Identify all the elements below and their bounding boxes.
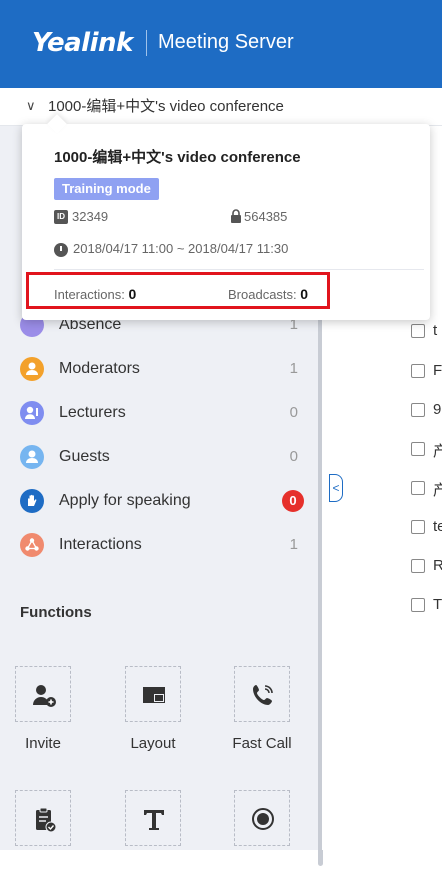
product-name: Meeting Server [158, 31, 294, 53]
list-item-text: T [433, 596, 442, 613]
highlight-box [26, 272, 330, 309]
moderator-icon [20, 357, 44, 381]
category-count: 0 [289, 404, 298, 421]
category-moderators[interactable]: Moderators 1 [20, 357, 310, 381]
list-item-text: t [433, 322, 438, 339]
row-checkbox[interactable] [411, 364, 425, 378]
row-checkbox[interactable] [411, 403, 425, 417]
row-checkbox[interactable] [411, 520, 425, 534]
layout-tile[interactable] [125, 666, 181, 722]
mode-badge: Training mode [54, 178, 159, 200]
category-label: Lecturers [59, 404, 126, 421]
fast-call-button[interactable]: Fast Call [222, 666, 302, 766]
raised-hand-icon [20, 489, 44, 513]
list-item-text: F [433, 362, 442, 379]
row-checkbox[interactable] [411, 442, 425, 456]
category-guests[interactable]: Guests 0 [20, 445, 310, 469]
row-checkbox[interactable] [411, 598, 425, 612]
row-checkbox[interactable] [411, 481, 425, 495]
category-apply-for-speaking[interactable]: Apply for speaking 0 [20, 489, 310, 513]
survey-tile[interactable] [15, 790, 71, 846]
layout-button[interactable]: Layout [113, 666, 193, 766]
functions-heading: Functions [20, 604, 92, 621]
category-label: Moderators [59, 360, 140, 377]
chevron-left-icon[interactable]: < [332, 481, 339, 495]
list-item[interactable]: 9 [411, 401, 442, 421]
category-label: Apply for speaking [59, 492, 191, 509]
list-item[interactable]: R [411, 557, 442, 577]
record-button[interactable] [222, 790, 302, 890]
lecturer-icon [20, 401, 44, 425]
list-item-text: 9 [433, 401, 442, 418]
phone-call-icon [253, 685, 273, 705]
list-item[interactable]: te [411, 518, 442, 538]
brand-logo: Yealink [32, 28, 133, 58]
id-icon: ID [54, 210, 68, 224]
lock-icon [231, 209, 241, 223]
survey-button[interactable] [3, 790, 83, 890]
top-header: Yealink Meeting Server [0, 0, 442, 88]
popup-divider [54, 269, 424, 270]
record-tile[interactable] [234, 790, 290, 846]
popup-title: 1000-编辑+中文's video conference [54, 149, 301, 166]
invite-button[interactable]: Invite [3, 666, 83, 766]
meeting-time: 2018/04/17 11:00 ~ 2018/04/17 11:30 [73, 241, 289, 256]
row-checkbox[interactable] [411, 324, 425, 338]
record-icon [252, 808, 274, 830]
category-count: 1 [289, 536, 298, 553]
list-item[interactable]: T [411, 596, 442, 616]
meeting-id: 32349 [72, 209, 109, 224]
conference-title[interactable]: 1000-编辑+中文's video conference [48, 95, 284, 116]
chevron-down-icon[interactable]: ∨ [26, 98, 36, 114]
clipboard-check-icon [36, 807, 57, 833]
meeting-password: 564385 [244, 209, 288, 224]
list-item[interactable]: F [411, 362, 442, 382]
list-item-text: 产 [433, 443, 442, 460]
category-label: Interactions [59, 536, 142, 553]
add-user-icon [33, 685, 56, 707]
row-checkbox[interactable] [411, 559, 425, 573]
category-label: Guests [59, 448, 110, 465]
conference-selector[interactable]: ∨ 1000-编辑+中文's video conference [0, 88, 442, 126]
layout-icon [143, 687, 165, 703]
category-count: 1 [289, 360, 298, 377]
list-item-text: R [433, 557, 442, 574]
clock-icon [54, 243, 68, 257]
text-icon [144, 810, 164, 830]
function-label: Layout [130, 735, 176, 752]
notification-badge: 0 [282, 490, 304, 512]
fast-call-tile[interactable] [234, 666, 290, 722]
list-item-text: 产 [433, 482, 442, 499]
category-count: 0 [289, 448, 298, 465]
category-interactions[interactable]: Interactions 1 [20, 533, 310, 557]
list-item-text: te [433, 518, 442, 535]
collapse-sidebar-button[interactable]: < [329, 474, 343, 502]
subtitle-button[interactable] [113, 790, 193, 890]
function-label: Invite [25, 735, 61, 752]
subtitle-tile[interactable] [125, 790, 181, 846]
category-lecturers[interactable]: Lecturers 0 [20, 401, 310, 425]
function-label: Fast Call [232, 735, 292, 752]
list-item[interactable]: 产 [411, 440, 442, 460]
guest-icon [20, 445, 44, 469]
list-item[interactable]: t [411, 322, 442, 342]
list-item[interactable]: 产 [411, 479, 442, 499]
brand-divider [146, 30, 147, 56]
interactions-icon [20, 533, 44, 557]
invite-tile[interactable] [15, 666, 71, 722]
